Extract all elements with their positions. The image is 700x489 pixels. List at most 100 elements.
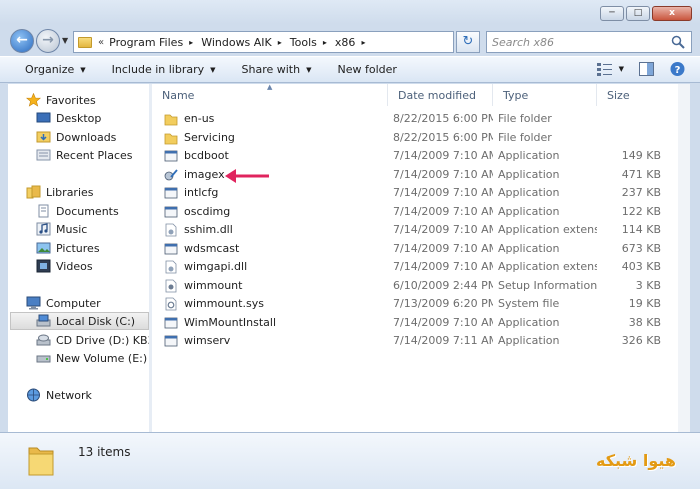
- file-name-cell: wdsmcast: [184, 241, 240, 255]
- file-size-cell: 403 KB: [621, 260, 661, 273]
- file-name-cell: wimmount: [184, 278, 243, 292]
- table-row[interactable]: wdsmcast 7/14/2009 7:10 AM Application 673 …: [152, 240, 676, 258]
- hidden-crumbs-button[interactable]: «: [98, 37, 104, 48]
- chevron-down-icon[interactable]: ▼: [619, 65, 624, 73]
- file-name-cell: wimgapi.dll: [184, 260, 248, 273]
- search-input[interactable]: Search x86: [486, 31, 692, 53]
- new-folder-label: New folder: [337, 63, 397, 76]
- column-header-type[interactable]: Type: [493, 84, 597, 106]
- breadcrumb-arrow-icon[interactable]: ▸: [361, 38, 365, 47]
- view-controls: ▼ ?: [596, 61, 686, 77]
- table-row[interactable]: intlcfg 7/14/2009 7:10 AM Application 237 K…: [152, 184, 676, 202]
- date-modified-cell: 7/14/2009 7:10 AM: [393, 167, 493, 181]
- file-size-cell: 471 KB: [621, 167, 661, 181]
- sidebar-item-new-volume-e[interactable]: New Volume (E:): [36, 349, 147, 367]
- sidebar-item-videos[interactable]: Videos: [36, 257, 93, 275]
- cd-drive-icon: [36, 334, 51, 346]
- sidebar-item-recent-places[interactable]: Recent Places: [36, 146, 133, 164]
- sidebar-item-downloads[interactable]: Downloads: [36, 128, 116, 146]
- column-header-name[interactable]: ▲ Name: [152, 84, 388, 106]
- sidebar-item-favorites[interactable]: Favorites: [26, 91, 96, 109]
- vertical-scrollbar[interactable]: [678, 84, 690, 432]
- table-row[interactable]: Servicing 8/22/2015 6:00 PM File folder: [152, 129, 676, 147]
- sidebar-item-network[interactable]: Network: [26, 386, 92, 404]
- table-row[interactable]: wimserv 7/14/2009 7:11 AM Application 326 K…: [152, 332, 676, 350]
- forward-button[interactable]: →: [36, 29, 60, 53]
- file-name-cell: en-us: [184, 112, 215, 125]
- file-size-cell: 122 KB: [621, 204, 661, 218]
- search-placeholder: Search x86: [492, 35, 555, 49]
- preview-pane-icon[interactable]: [638, 61, 655, 77]
- file-type-cell: Application: [498, 241, 560, 255]
- date-modified-cell: 7/14/2009 7:10 AM: [393, 260, 493, 273]
- breadcrumb-program-files[interactable]: Program Files: [109, 36, 183, 49]
- sidebar-item-label: New Volume (E:): [56, 351, 148, 365]
- breadcrumb-windows-aik[interactable]: Windows AIK: [201, 36, 272, 49]
- file-type-cell: Application: [498, 186, 560, 199]
- column-header-label: Name: [162, 88, 195, 102]
- recent-pages-dropdown[interactable]: ▼: [62, 36, 68, 45]
- sidebar-item-pictures[interactable]: Pictures: [36, 239, 100, 257]
- sidebar-item-cd-drive-d[interactable]: CD Drive (D:) KB3AIK: [36, 331, 149, 349]
- sidebar-item-label: Computer: [46, 296, 101, 310]
- file-type-cell: File folder: [498, 130, 552, 144]
- file-name-cell: wimmount.sys: [184, 297, 264, 310]
- back-button[interactable]: ←: [10, 29, 34, 53]
- share-with-button[interactable]: Share with ▼: [242, 63, 312, 76]
- folder-icon: [78, 36, 92, 48]
- refresh-button[interactable]: ↻: [456, 31, 480, 53]
- help-icon[interactable]: ?: [669, 61, 686, 77]
- date-modified-cell: 7/13/2009 6:20 PM: [393, 297, 493, 310]
- close-button[interactable]: x: [652, 6, 692, 21]
- include-in-library-button[interactable]: Include in library ▼: [112, 63, 216, 76]
- table-row[interactable]: wimmount 6/10/2009 2:44 PM Setup Informati…: [152, 277, 676, 295]
- chevron-down-icon: ▼: [80, 65, 86, 74]
- change-view-icon[interactable]: [596, 61, 613, 77]
- command-bar: Organize ▼ Include in library ▼ Share wi…: [0, 56, 700, 83]
- search-icon: [671, 35, 685, 49]
- table-row[interactable]: oscdimg 7/14/2009 7:10 AM Application 122 K…: [152, 203, 676, 221]
- table-row[interactable]: sshim.dll 7/14/2009 7:10 AM Application ex…: [152, 221, 676, 239]
- table-row[interactable]: en-us 8/22/2015 6:00 PM File folder: [152, 110, 676, 128]
- file-list: ▲ Name Date modified Type Size en-us 8/22…: [152, 84, 690, 432]
- date-modified-cell: 6/10/2009 2:44 PM: [393, 278, 493, 292]
- new-folder-button[interactable]: New folder: [337, 63, 396, 76]
- table-row[interactable]: bcdboot 7/14/2009 7:10 AM Application 149 K…: [152, 147, 676, 165]
- breadcrumb-x86[interactable]: x86: [335, 36, 356, 49]
- date-modified-cell: 8/22/2015 6:00 PM: [393, 112, 493, 125]
- sidebar-item-label: Videos: [56, 259, 93, 273]
- sidebar-item-computer[interactable]: Computer: [26, 294, 101, 312]
- sidebar-item-music[interactable]: Music: [36, 220, 87, 238]
- file-size-cell: [597, 110, 661, 128]
- maximize-button[interactable]: □: [626, 6, 650, 21]
- column-header-date-modified[interactable]: Date modified: [388, 84, 493, 106]
- sidebar-item-libraries[interactable]: Libraries: [26, 183, 94, 201]
- computer-icon: [26, 296, 41, 310]
- breadcrumb-arrow-icon[interactable]: ▸: [278, 38, 282, 47]
- file-type-cell: Application: [498, 167, 560, 181]
- breadcrumb-arrow-icon[interactable]: ▸: [323, 38, 327, 47]
- breadcrumb-tools[interactable]: Tools: [290, 36, 317, 49]
- table-row[interactable]: wimgapi.dll 7/14/2009 7:10 AM Application …: [152, 258, 676, 276]
- organize-button[interactable]: Organize ▼: [25, 63, 86, 76]
- local-disk-icon: [36, 314, 51, 327]
- date-modified-cell: 8/22/2015 6:00 PM: [393, 130, 493, 144]
- file-name-cell: imagex: [184, 167, 225, 181]
- address-bar[interactable]: « Program Files ▸ Windows AIK ▸ Tools ▸ …: [73, 31, 454, 53]
- sidebar-item-local-disk-c[interactable]: Local Disk (C:): [10, 312, 149, 330]
- sidebar-item-label: Music: [56, 222, 88, 236]
- minimize-button[interactable]: ─: [600, 6, 624, 21]
- column-header-size[interactable]: Size: [597, 84, 690, 106]
- breadcrumb-arrow-icon[interactable]: ▸: [189, 38, 193, 47]
- sidebar-item-documents[interactable]: Documents: [36, 202, 119, 220]
- libraries-icon: [26, 185, 41, 199]
- date-modified-cell: 7/14/2009 7:10 AM: [393, 149, 493, 162]
- table-row[interactable]: wimmount.sys 7/13/2009 6:20 PM System file…: [152, 295, 676, 313]
- sidebar-item-desktop[interactable]: Desktop: [36, 109, 101, 127]
- file-size-cell: 3 KB: [635, 278, 661, 292]
- file-type-cell: Application: [498, 204, 560, 218]
- application-icon: [164, 335, 178, 347]
- application-icon: [164, 317, 178, 328]
- table-row[interactable]: WimMountInstall 7/14/2009 7:10 AM Applicat…: [152, 314, 676, 332]
- date-modified-cell: 7/14/2009 7:10 AM: [393, 204, 493, 218]
